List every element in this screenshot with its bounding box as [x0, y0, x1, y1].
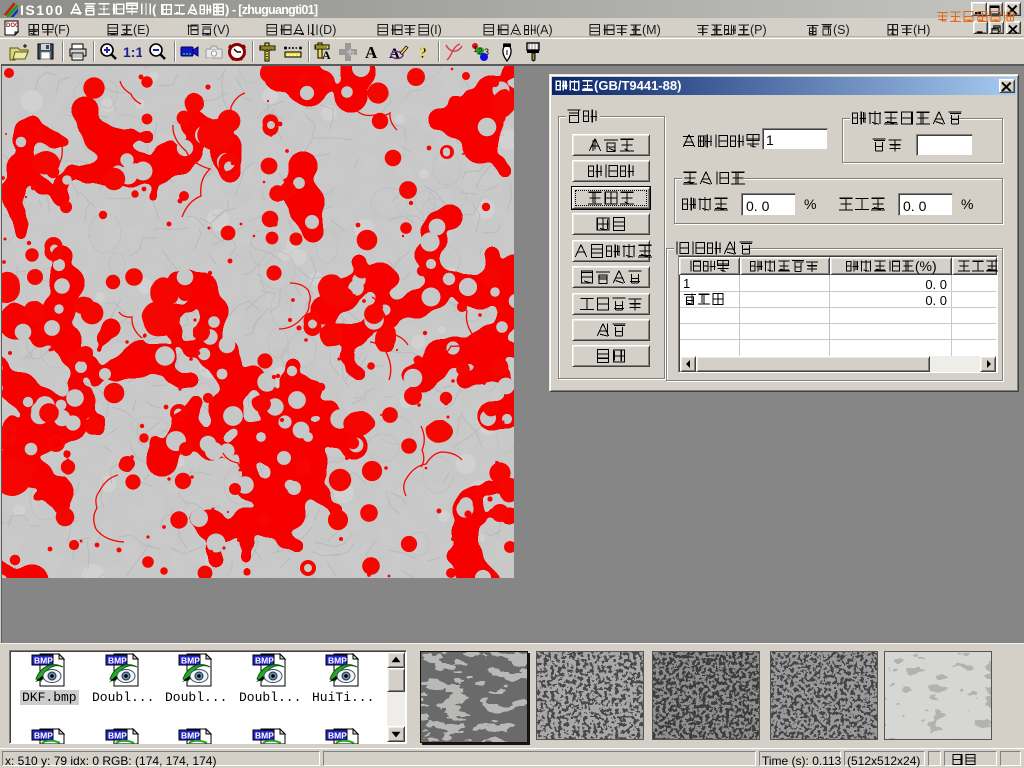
svg-text:BMP: BMP: [328, 731, 347, 741]
svg-text:A: A: [365, 43, 378, 62]
svg-text:BMP: BMP: [108, 656, 127, 666]
svg-text:BMP: BMP: [255, 731, 274, 741]
svg-text:BMP: BMP: [181, 731, 200, 741]
svg-text:BMP: BMP: [108, 731, 127, 741]
svg-text:1:1: 1:1: [123, 44, 142, 60]
svg-text:BMP: BMP: [328, 656, 347, 666]
svg-text:BMP: BMP: [255, 656, 274, 666]
svg-text:DOC: DOC: [6, 23, 20, 29]
svg-text:?: ?: [419, 45, 427, 62]
svg-text:BMP: BMP: [34, 731, 53, 741]
svg-text:A: A: [322, 48, 331, 62]
svg-text:BMP: BMP: [34, 656, 53, 666]
svg-text:BMP: BMP: [181, 656, 200, 666]
